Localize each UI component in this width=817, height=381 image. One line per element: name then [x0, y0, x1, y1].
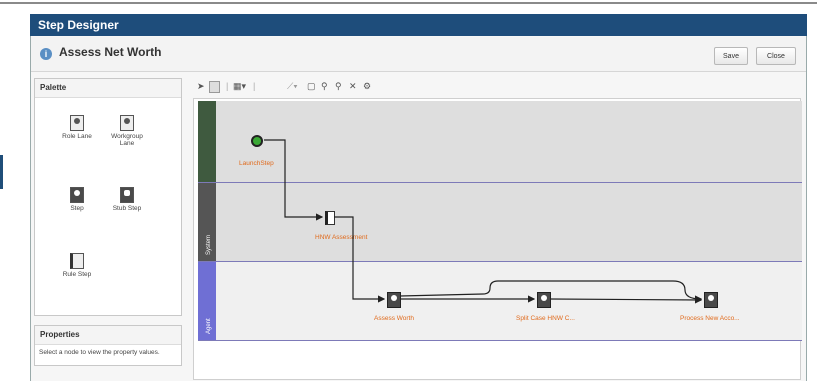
layout-icon[interactable]: ▦▾ [233, 81, 246, 92]
page-header: i Assess Net Worth Save Close [31, 37, 806, 72]
palette-item-workgroup-lane[interactable]: Workgroup Lane [105, 115, 149, 147]
save-button[interactable]: Save [714, 47, 748, 65]
palette-panel: Palette Role Lane Workgroup Lane Step St… [34, 78, 182, 316]
zoom-in-icon[interactable]: ⚲ [321, 81, 328, 92]
info-icon[interactable]: i [40, 48, 52, 60]
palette-item-rule-step[interactable]: Rule Step [55, 253, 99, 278]
palette-item-stub-step[interactable]: Stub Step [105, 187, 149, 212]
properties-hint: Select a node to view the property value… [39, 349, 160, 356]
palette-item-label: Role Lane [62, 133, 92, 140]
settings-icon[interactable]: ⚙ [363, 81, 371, 92]
zoom-out-icon[interactable]: ⚲ [335, 81, 342, 92]
workgroup-lane-icon [120, 115, 134, 131]
designer-toolbar: ➤ | ▦▾ | ⟋▾ ▢ ⚲ ⚲ ✕ ⚙ [195, 80, 801, 96]
left-edge-strip [0, 155, 3, 189]
marquee-select-icon[interactable] [209, 81, 220, 93]
palette-item-label: Workgroup Lane [111, 133, 143, 147]
flow-connectors [264, 139, 703, 304]
role-lane-icon [70, 115, 84, 131]
left-panel: Palette Role Lane Workgroup Lane Step St… [34, 78, 182, 374]
stub-step-icon [120, 187, 134, 203]
palette-item-step[interactable]: Step [55, 187, 99, 212]
window-title: Step Designer [30, 14, 807, 36]
palette-item-label: Rule Step [62, 271, 92, 278]
palette-item-role-lane[interactable]: Role Lane [55, 115, 99, 140]
palette-title: Palette [35, 79, 181, 98]
delete-icon[interactable]: ✕ [349, 81, 357, 92]
pointer-icon[interactable]: ➤ [197, 81, 205, 92]
rule-step-icon [70, 253, 84, 269]
properties-title: Properties [35, 326, 181, 345]
connector-split-process [549, 296, 703, 304]
toolbar-separator: | [253, 81, 256, 91]
connector-launch-hnw [264, 139, 324, 221]
link-tool-icon[interactable]: ⟋▾ [287, 81, 298, 92]
palette-item-label: Step [70, 205, 84, 212]
step-icon [70, 187, 84, 203]
top-divider [0, 2, 817, 4]
close-button[interactable]: Close [756, 47, 796, 65]
connector-assess-process [399, 280, 703, 303]
properties-panel: Properties Select a node to view the pro… [34, 325, 182, 366]
palette-item-label: Stub Step [112, 205, 142, 212]
connector-hnw-assess [334, 216, 386, 303]
page-title: Assess Net Worth [59, 45, 162, 59]
toolbar-separator: | [226, 81, 229, 91]
fit-icon[interactable]: ▢ [307, 81, 316, 92]
